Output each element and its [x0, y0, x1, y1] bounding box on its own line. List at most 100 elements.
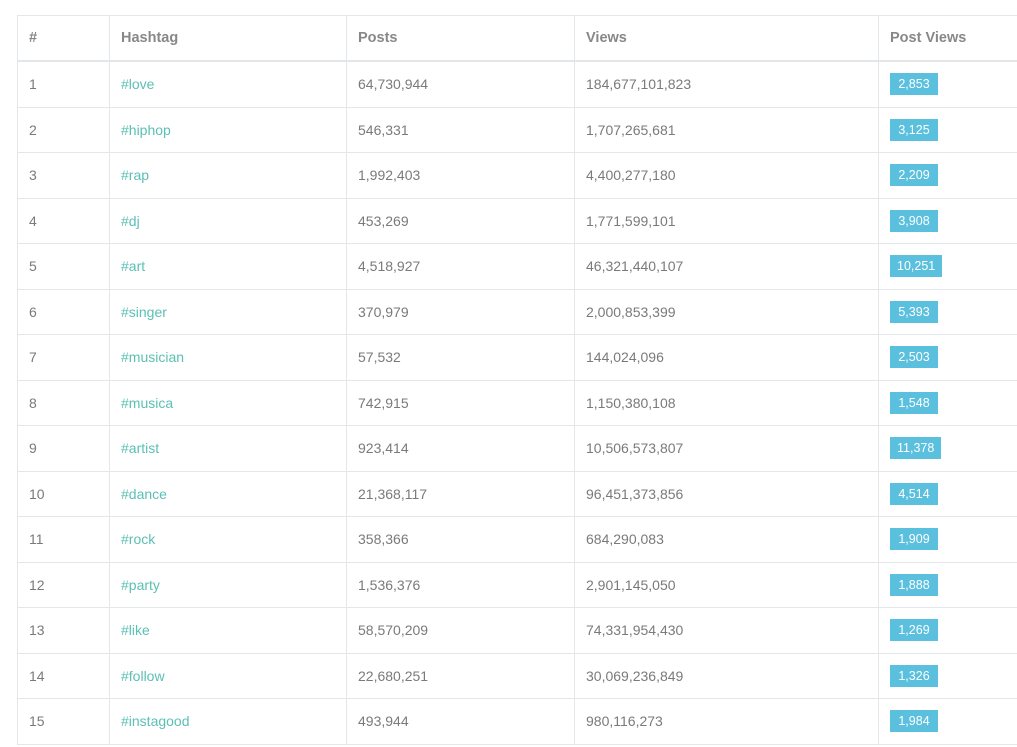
table-row: 15 #instagood 493,944 980,116,273 1,984	[17, 698, 1017, 745]
views-cell: 184,677,101,823	[574, 60, 879, 108]
views-cell: 4,400,277,180	[574, 152, 879, 199]
table-row: 6 #singer 370,979 2,000,853,399 5,393	[17, 288, 1017, 335]
table-row: 5 #art 4,518,927 46,321,440,107 10,251	[17, 243, 1017, 290]
posts-cell: 4,518,927	[346, 243, 575, 290]
header-post-views[interactable]: Post Views	[878, 15, 1017, 62]
table-body: 1 #love 64,730,944 184,677,101,823 2,853…	[17, 60, 1017, 745]
post-views-cell: 11,378	[878, 425, 1017, 472]
views-cell: 30,069,236,849	[574, 652, 879, 699]
post-views-badge: 11,378	[890, 437, 942, 460]
views-cell: 74,331,954,430	[574, 607, 879, 654]
views-cell: 2,000,853,399	[574, 288, 879, 335]
table-row: 14 #follow 22,680,251 30,069,236,849 1,3…	[17, 652, 1017, 699]
post-views-cell: 1,888	[878, 561, 1017, 608]
posts-cell: 923,414	[346, 425, 575, 472]
hashtag-link[interactable]: #rock	[109, 516, 347, 563]
rank-cell: 4	[17, 197, 110, 244]
hashtag-link[interactable]: #dj	[109, 197, 347, 244]
rank-cell: 1	[17, 60, 110, 108]
views-cell: 684,290,083	[574, 516, 879, 563]
post-views-badge: 1,269	[890, 619, 938, 642]
rank-cell: 11	[17, 516, 110, 563]
posts-cell: 493,944	[346, 698, 575, 745]
hashtag-link[interactable]: #musica	[109, 379, 347, 426]
post-views-badge: 3,908	[890, 209, 938, 232]
views-cell: 96,451,373,856	[574, 470, 879, 517]
hashtag-link[interactable]: #party	[109, 561, 347, 608]
posts-cell: 1,536,376	[346, 561, 575, 608]
posts-cell: 58,570,209	[346, 607, 575, 654]
hashtag-link[interactable]: #love	[109, 60, 347, 108]
views-cell: 144,024,096	[574, 334, 879, 381]
post-views-badge: 1,909	[890, 528, 938, 551]
views-cell: 1,150,380,108	[574, 379, 879, 426]
hashtag-link[interactable]: #instagood	[109, 698, 347, 745]
views-cell: 980,116,273	[574, 698, 879, 745]
hashtag-link[interactable]: #hiphop	[109, 106, 347, 153]
rank-cell: 3	[17, 152, 110, 199]
posts-cell: 358,366	[346, 516, 575, 563]
hashtag-link[interactable]: #like	[109, 607, 347, 654]
rank-cell: 2	[17, 106, 110, 153]
table-row: 8 #musica 742,915 1,150,380,108 1,548	[17, 379, 1017, 426]
table-row: 10 #dance 21,368,117 96,451,373,856 4,51…	[17, 470, 1017, 517]
rank-cell: 10	[17, 470, 110, 517]
post-views-cell: 2,209	[878, 152, 1017, 199]
hashtag-link[interactable]: #art	[109, 243, 347, 290]
table-row: 12 #party 1,536,376 2,901,145,050 1,888	[17, 561, 1017, 608]
views-cell: 1,707,265,681	[574, 106, 879, 153]
post-views-badge: 1,888	[890, 573, 938, 596]
rank-cell: 12	[17, 561, 110, 608]
table-row: 3 #rap 1,992,403 4,400,277,180 2,209	[17, 152, 1017, 199]
header-posts[interactable]: Posts	[346, 15, 575, 62]
header-hashtag[interactable]: Hashtag	[109, 15, 347, 62]
table-row: 11 #rock 358,366 684,290,083 1,909	[17, 516, 1017, 563]
header-views[interactable]: Views	[574, 15, 879, 62]
post-views-badge: 1,984	[890, 710, 938, 733]
posts-cell: 22,680,251	[346, 652, 575, 699]
posts-cell: 546,331	[346, 106, 575, 153]
post-views-badge: 4,514	[890, 482, 938, 505]
table-row: 7 #musician 57,532 144,024,096 2,503	[17, 334, 1017, 381]
posts-cell: 21,368,117	[346, 470, 575, 517]
views-cell: 46,321,440,107	[574, 243, 879, 290]
post-views-cell: 1,548	[878, 379, 1017, 426]
post-views-cell: 1,269	[878, 607, 1017, 654]
post-views-badge: 3,125	[890, 118, 938, 141]
post-views-badge: 5,393	[890, 300, 938, 323]
post-views-badge: 2,503	[890, 346, 938, 369]
post-views-cell: 1,909	[878, 516, 1017, 563]
hashtag-link[interactable]: #follow	[109, 652, 347, 699]
rank-cell: 7	[17, 334, 110, 381]
table-row: 4 #dj 453,269 1,771,599,101 3,908	[17, 197, 1017, 244]
post-views-badge: 2,209	[890, 164, 938, 187]
hashtag-link[interactable]: #dance	[109, 470, 347, 517]
rank-cell: 8	[17, 379, 110, 426]
header-rank[interactable]: #	[17, 15, 110, 62]
rank-cell: 5	[17, 243, 110, 290]
rank-cell: 6	[17, 288, 110, 335]
posts-cell: 57,532	[346, 334, 575, 381]
post-views-cell: 10,251	[878, 243, 1017, 290]
post-views-badge: 2,853	[890, 73, 938, 96]
hashtag-table: # Hashtag Posts Views Post Views 1 #love…	[17, 15, 1017, 745]
table-row: 9 #artist 923,414 10,506,573,807 11,378	[17, 425, 1017, 472]
rank-cell: 15	[17, 698, 110, 745]
post-views-badge: 1,326	[890, 664, 938, 687]
table-header: # Hashtag Posts Views Post Views	[17, 15, 1017, 62]
hashtag-link[interactable]: #artist	[109, 425, 347, 472]
hashtag-link[interactable]: #singer	[109, 288, 347, 335]
post-views-cell: 5,393	[878, 288, 1017, 335]
rank-cell: 9	[17, 425, 110, 472]
post-views-cell: 1,984	[878, 698, 1017, 745]
posts-cell: 742,915	[346, 379, 575, 426]
hashtag-link[interactable]: #musician	[109, 334, 347, 381]
table-row: 1 #love 64,730,944 184,677,101,823 2,853	[17, 60, 1017, 108]
post-views-cell: 4,514	[878, 470, 1017, 517]
post-views-cell: 2,503	[878, 334, 1017, 381]
views-cell: 1,771,599,101	[574, 197, 879, 244]
table-row: 13 #like 58,570,209 74,331,954,430 1,269	[17, 607, 1017, 654]
table-row: 2 #hiphop 546,331 1,707,265,681 3,125	[17, 106, 1017, 153]
hashtag-link[interactable]: #rap	[109, 152, 347, 199]
posts-cell: 1,992,403	[346, 152, 575, 199]
